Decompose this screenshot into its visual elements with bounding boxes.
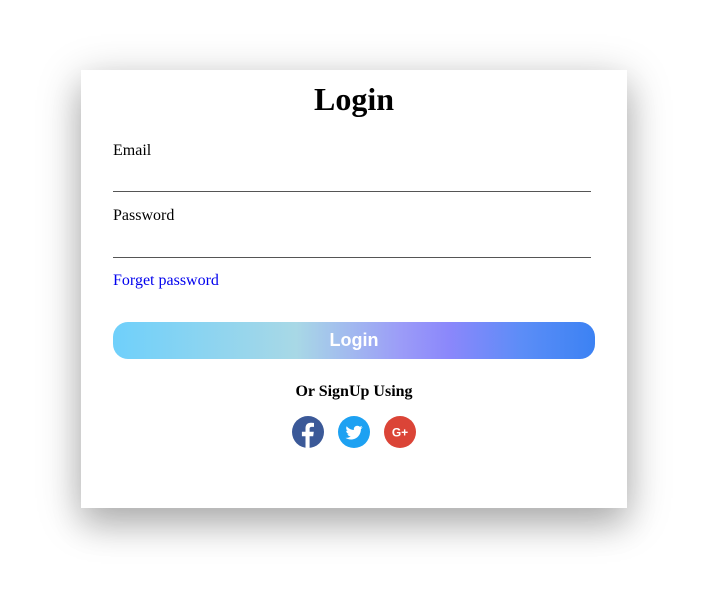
password-field[interactable] <box>113 231 591 258</box>
login-card: Login Email Password Forget password Log… <box>81 70 627 508</box>
facebook-icon[interactable] <box>292 416 324 448</box>
email-field[interactable] <box>113 165 591 192</box>
twitter-icon[interactable] <box>338 416 370 448</box>
page-title: Login <box>313 81 395 117</box>
email-label: Email <box>113 142 152 159</box>
forget-password-link[interactable]: Forget password <box>113 272 219 290</box>
svg-text:G+: G+ <box>392 426 408 440</box>
password-label: Password <box>113 207 175 224</box>
signup-alt-text: Or SignUp Using <box>295 383 413 400</box>
google-plus-icon[interactable]: G+ <box>384 416 416 448</box>
login-button[interactable]: Login <box>113 322 595 359</box>
social-login-group: G+ <box>81 416 627 448</box>
